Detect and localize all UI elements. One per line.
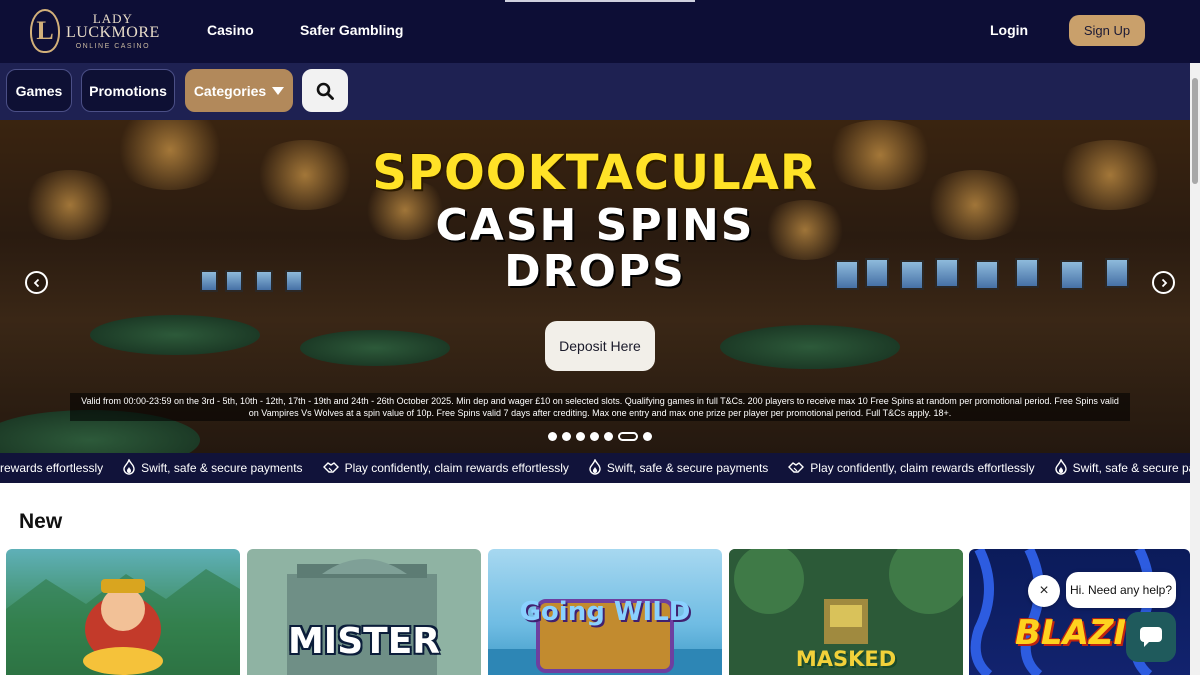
handshake-icon [322, 460, 339, 477]
carousel-dot[interactable] [643, 432, 652, 441]
ticker-item: Play confidently, claim rewards effortle… [788, 460, 1035, 477]
deposit-here-button[interactable]: Deposit Here [545, 321, 655, 371]
hero-title-line-2: CASH SPINS [435, 200, 755, 251]
scrollbar-thumb[interactable] [1192, 78, 1198, 184]
game-card[interactable] [6, 549, 240, 675]
game-card-title: Going WILD [519, 597, 691, 627]
ticker-item: Swift, safe & secure payments [1054, 457, 1190, 478]
carousel-dot[interactable] [576, 432, 585, 441]
nav-casino-link[interactable]: Casino [207, 22, 254, 38]
flame-icon [589, 457, 601, 478]
ticker-item: Play confidently, claim rewards effortle… [322, 460, 569, 477]
chat-greeting-bubble[interactable]: Hi. Need any help? [1066, 572, 1176, 608]
ticker-text: rewards effortlessly [0, 461, 104, 475]
game-artwork [6, 569, 240, 675]
page: L LADY LUCKMORE ONLINE CASINO Casino Saf… [0, 0, 1200, 675]
sign-up-button[interactable]: Sign Up [1069, 15, 1145, 46]
top-header: L LADY LUCKMORE ONLINE CASINO Casino Saf… [0, 0, 1200, 63]
carousel-next-button[interactable] [1152, 271, 1175, 294]
search-button[interactable] [302, 69, 348, 112]
hero-title-line-3: DROPS [504, 246, 686, 297]
close-icon: × [1039, 582, 1049, 599]
ticker-text: Swift, safe & secure payments [141, 461, 303, 475]
flame-icon [1054, 457, 1067, 478]
promo-terms: Valid from 00:00-23:59 on the 3rd - 5th,… [70, 393, 1130, 421]
game-card-title: MISTER [287, 621, 440, 662]
categories-dropdown[interactable]: Categories [185, 69, 293, 112]
carousel-dot[interactable] [618, 432, 638, 441]
carousel-indicators [548, 432, 652, 441]
ticker-text: Play confidently, claim rewards effortle… [344, 461, 569, 475]
game-card[interactable]: Going WILD [488, 549, 722, 675]
game-card[interactable]: MISTER [247, 549, 481, 675]
carousel-prev-button[interactable] [25, 271, 48, 294]
section-title-new: New [19, 510, 63, 533]
chat-launcher-button[interactable] [1126, 612, 1176, 662]
logo-text: LADY LUCKMORE ONLINE CASINO [66, 12, 160, 50]
benefits-ticker: rewards effortlessly Swift, safe & secure… [0, 453, 1190, 483]
chevron-right-icon [1161, 278, 1167, 287]
logo-emblem: L [30, 9, 60, 53]
carousel-dot[interactable] [604, 432, 613, 441]
nav-safer-gambling-link[interactable]: Safer Gambling [300, 22, 403, 38]
promo-carousel: SPOOKTACULAR CASH SPINS DROPS Deposit He… [0, 120, 1190, 453]
carousel-dot[interactable] [590, 432, 599, 441]
game-card-title: MASKED [795, 647, 897, 671]
ticker-item: rewards effortlessly [0, 461, 103, 475]
search-icon [316, 82, 334, 100]
ticker-item: Swift, safe & secure payments [123, 457, 303, 478]
chat-icon [1140, 627, 1162, 647]
top-divider [505, 0, 695, 2]
categories-label: Categories [193, 82, 267, 99]
flame-icon [123, 457, 135, 478]
game-card[interactable]: MASKED [729, 549, 963, 675]
promotions-button[interactable]: Promotions [81, 69, 175, 112]
logo-line-2: LUCKMORE [66, 24, 160, 41]
caret-down-icon [272, 86, 285, 95]
chat-close-button[interactable]: × [1028, 575, 1060, 607]
logo-line-3: ONLINE CASINO [75, 43, 151, 50]
games-button[interactable]: Games [6, 69, 72, 112]
ticker-text: Play confidently, claim rewards effortle… [810, 461, 1035, 475]
ticker-item: Swift, safe & secure payments [589, 457, 769, 478]
login-link[interactable]: Login [990, 22, 1028, 38]
chevron-left-icon [33, 278, 39, 287]
category-nav: Games Promotions Categories [0, 63, 1200, 120]
ticker-text: Swift, safe & secure payments [1072, 461, 1190, 475]
ticker-text: Swift, safe & secure payments [606, 461, 769, 475]
carousel-dot[interactable] [562, 432, 571, 441]
hero-title-line-1: SPOOKTACULAR [372, 145, 818, 201]
carousel-dot[interactable] [548, 432, 557, 441]
site-logo[interactable]: L LADY LUCKMORE ONLINE CASINO [30, 9, 160, 53]
handshake-icon [788, 460, 805, 477]
